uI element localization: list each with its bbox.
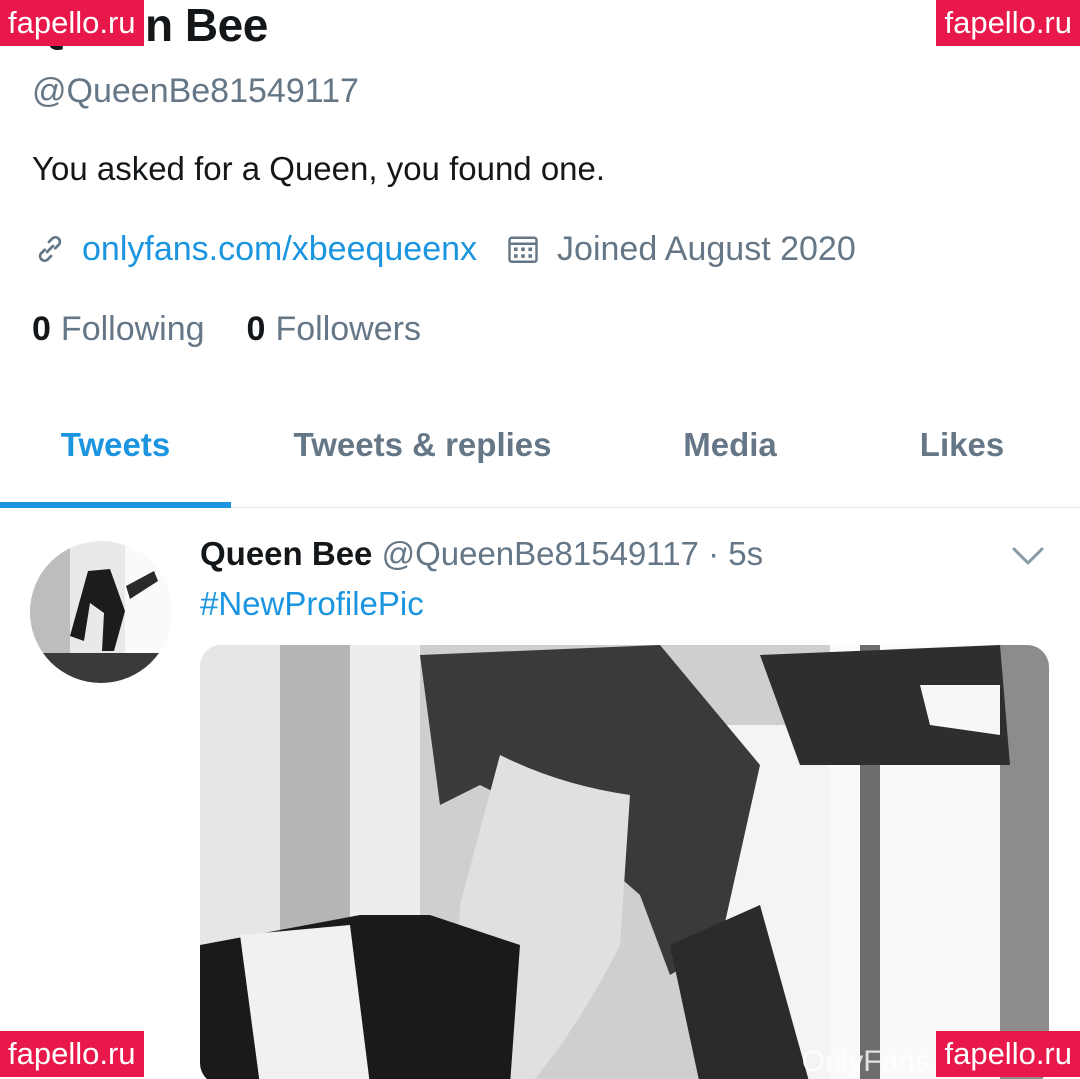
followers-stat[interactable]: 0 Followers [247,310,421,349]
watermark-bottom-right: fapello.ru [936,1031,1080,1077]
profile-bio: You asked for a Queen, you found one. [32,150,606,187]
following-label: Following [60,309,205,348]
tweet-author-name[interactable]: Queen Bee [200,535,372,572]
profile-handle: @QueenBe81549117 [32,72,359,110]
profile-link[interactable]: onlyfans.com/xbeequeenx [82,230,477,269]
profile-stats: 0 Following 0 Followers [32,305,463,353]
profile-tabs: Tweets Tweets & replies Media Likes [0,400,1080,508]
tweet-header: Queen Bee @QueenBe81549117 · 5s [200,535,763,573]
watermark-top-left: fapello.ru [0,0,144,46]
tweet-hashtag[interactable]: #NewProfilePic [200,585,424,623]
chevron-down-icon[interactable] [1008,539,1048,571]
tab-tweets-replies[interactable]: Tweets & replies [250,426,595,464]
tab-likes[interactable]: Likes [862,426,1062,464]
avatar[interactable] [30,541,172,683]
followers-count: 0 [246,309,266,348]
watermark-top-right: fapello.ru [936,0,1080,46]
calendar-icon [508,236,538,263]
tweet-media-image[interactable]: OnlyFans.com/xb [200,645,1049,1079]
link-icon [38,235,62,263]
following-stat[interactable]: 0 Following [32,310,205,349]
active-tab-indicator [0,502,231,508]
joined-date: Joined August 2020 [557,229,856,268]
tab-media[interactable]: Media [630,426,830,464]
tab-tweets[interactable]: Tweets [0,426,231,464]
following-count: 0 [32,309,51,348]
profile-meta: onlyfans.com/xbeequeenx Joined August 20… [32,225,856,273]
followers-label: Followers [275,309,421,348]
tweet[interactable]: Queen Bee @QueenBe81549117 · 5s #NewProf… [0,509,1080,1079]
tweet-handle-time: @QueenBe81549117 · 5s [381,535,764,572]
watermark-bottom-left: fapello.ru [0,1031,144,1077]
